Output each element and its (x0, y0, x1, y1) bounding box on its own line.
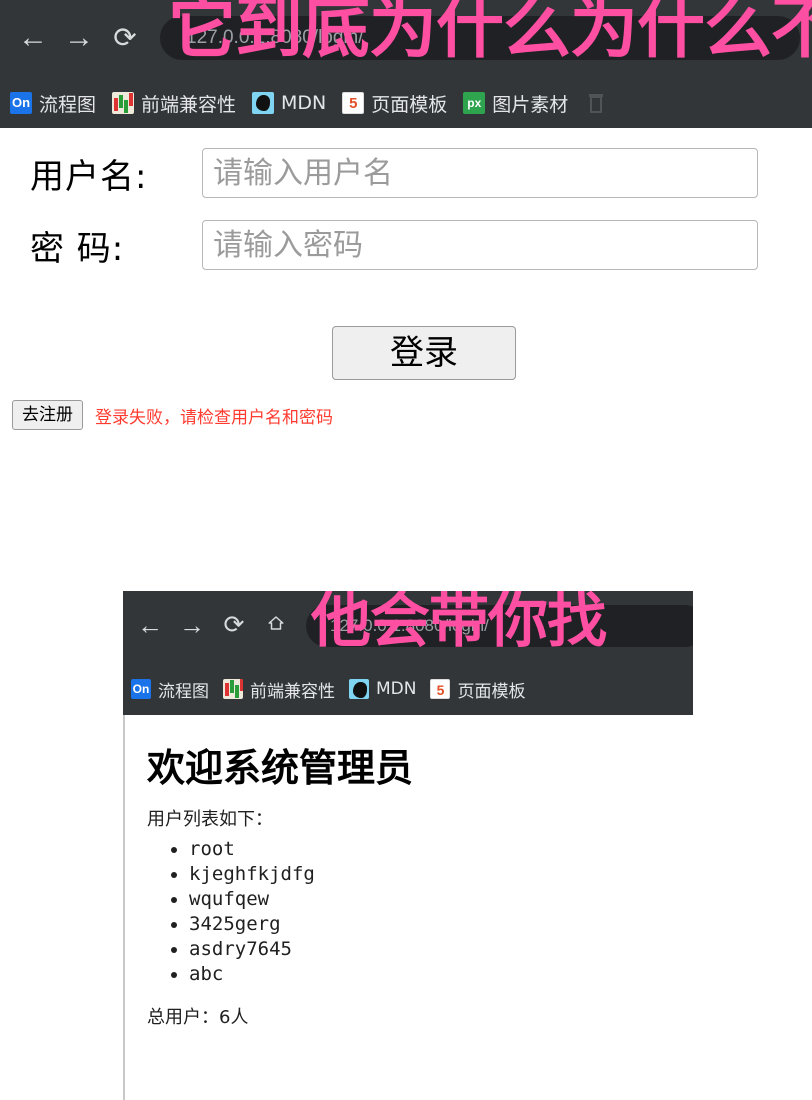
inner-bookmark-qianduanjianrongxing[interactable]: 前端兼容性 (223, 677, 335, 702)
register-button[interactable]: 去注册 (12, 400, 83, 430)
html5-favicon-icon: 5 (342, 92, 365, 114)
bookmark-label: 页面模板 (371, 93, 448, 116)
inner-reload-icon[interactable]: ⟳ (217, 605, 251, 645)
browser-nav-row: ← → ⟳ 127.0.0.1:8080/login/ 它到底为什么为什么不 (0, 0, 812, 78)
list-item: root (189, 837, 315, 862)
password-row: 密 码: (30, 220, 758, 270)
list-item: 3425gerg (189, 912, 315, 937)
address-bar-url: 127.0.0.1:8080/login/ (186, 27, 364, 48)
inner-browser-window: ← → ⟳ 127.0.0.1:8080/login/ 他会带你找 On 流程图 (123, 591, 693, 1100)
bookmark-label: MDN (281, 92, 327, 114)
inner-arrow-left-icon[interactable]: ← (133, 605, 167, 645)
login-error-message: 登录失败，请检查用户名和密码 (95, 407, 333, 428)
bookmark-qianduanjianrongxing[interactable]: 前端兼容性 (112, 90, 236, 117)
username-row: 用户名: (30, 148, 758, 198)
mdn-favicon-icon (252, 92, 275, 114)
bookmarks-bar: On 流程图 前端兼容性 MDN 5 页面模板 px 图片素材 (0, 78, 812, 128)
password-label: 密 码: (30, 228, 125, 269)
inner-page-title: 欢迎系统管理员 (147, 746, 414, 790)
login-page: 用户名: 密 码: 登录 去注册 登录失败，请检查用户名和密码 ← → ⟳ 12… (0, 128, 812, 1100)
mdn-favicon-icon (349, 679, 369, 699)
inner-user-list: root kjeghfkjdfg wqufqew 3425gerg asdry7… (147, 837, 315, 987)
arrow-left-icon[interactable]: ← (14, 16, 52, 60)
inner-address-bar[interactable]: 127.0.0.1:8080/login/ (306, 605, 693, 647)
reload-icon[interactable]: ⟳ (106, 16, 144, 60)
bookmark-liuchengtu[interactable]: On 流程图 (10, 90, 96, 117)
bookmark-mdn[interactable]: MDN (252, 92, 326, 114)
px-favicon-icon: px (463, 92, 486, 114)
arrow-right-icon[interactable]: → (60, 16, 98, 60)
bookmark-folder-icon-clipped[interactable] (584, 91, 608, 115)
address-bar[interactable]: 127.0.0.1:8080/login/ (160, 16, 800, 60)
list-item: wqufqew (189, 887, 315, 912)
bookmark-label: 流程图 (158, 681, 209, 702)
browser-toolbar: ← → ⟳ 127.0.0.1:8080/login/ 它到底为什么为什么不 O… (0, 0, 812, 128)
inner-bookmark-mdn[interactable]: MDN (349, 679, 416, 699)
login-footer-row: 去注册 登录失败，请检查用户名和密码 (12, 400, 333, 430)
bookmark-label: 流程图 (39, 93, 97, 116)
on-favicon-icon: On (131, 679, 151, 699)
password-input[interactable] (202, 220, 758, 270)
on-favicon-icon: On (10, 92, 32, 114)
inner-address-bar-url: 127.0.0.1:8080/login/ (330, 616, 489, 635)
bookmark-yemianmoban[interactable]: 5 页面模板 (342, 90, 447, 117)
username-label: 用户名: (30, 156, 148, 197)
bookmark-label: 前端兼容性 (141, 93, 237, 116)
login-button[interactable]: 登录 (332, 326, 516, 380)
list-item: kjeghfkjdfg (189, 862, 315, 887)
username-input[interactable] (202, 148, 758, 198)
inner-user-list-label: 用户列表如下： (147, 809, 273, 830)
inner-browser-toolbar: ← → ⟳ 127.0.0.1:8080/login/ 他会带你找 On 流程图 (123, 591, 693, 715)
bookmark-tupiansucai[interactable]: px 图片素材 (463, 90, 568, 117)
inner-page-content: 欢迎系统管理员 用户列表如下： root kjeghfkjdfg wqufqew… (123, 715, 693, 1100)
list-item: abc (189, 962, 315, 987)
bookmark-label: 页面模板 (457, 681, 526, 702)
bookmark-label: 前端兼容性 (250, 681, 335, 702)
inner-bookmark-yemianmoban[interactable]: 5 页面模板 (430, 677, 525, 702)
chart-favicon-icon (223, 679, 243, 699)
inner-bookmark-liuchengtu[interactable]: On 流程图 (131, 677, 209, 702)
inner-total-users: 总用户：6人 (147, 1007, 249, 1028)
bookmark-label: 图片素材 (492, 93, 569, 116)
inner-arrow-right-icon[interactable]: → (175, 605, 209, 645)
inner-home-icon[interactable] (259, 605, 293, 645)
bookmark-label: MDN (376, 679, 417, 699)
chart-favicon-icon (112, 92, 135, 114)
inner-bookmarks-bar: On 流程图 前端兼容性 MDN 5 页面模板 (123, 665, 693, 713)
list-item: asdry7645 (189, 937, 315, 962)
html5-favicon-icon: 5 (430, 679, 451, 699)
